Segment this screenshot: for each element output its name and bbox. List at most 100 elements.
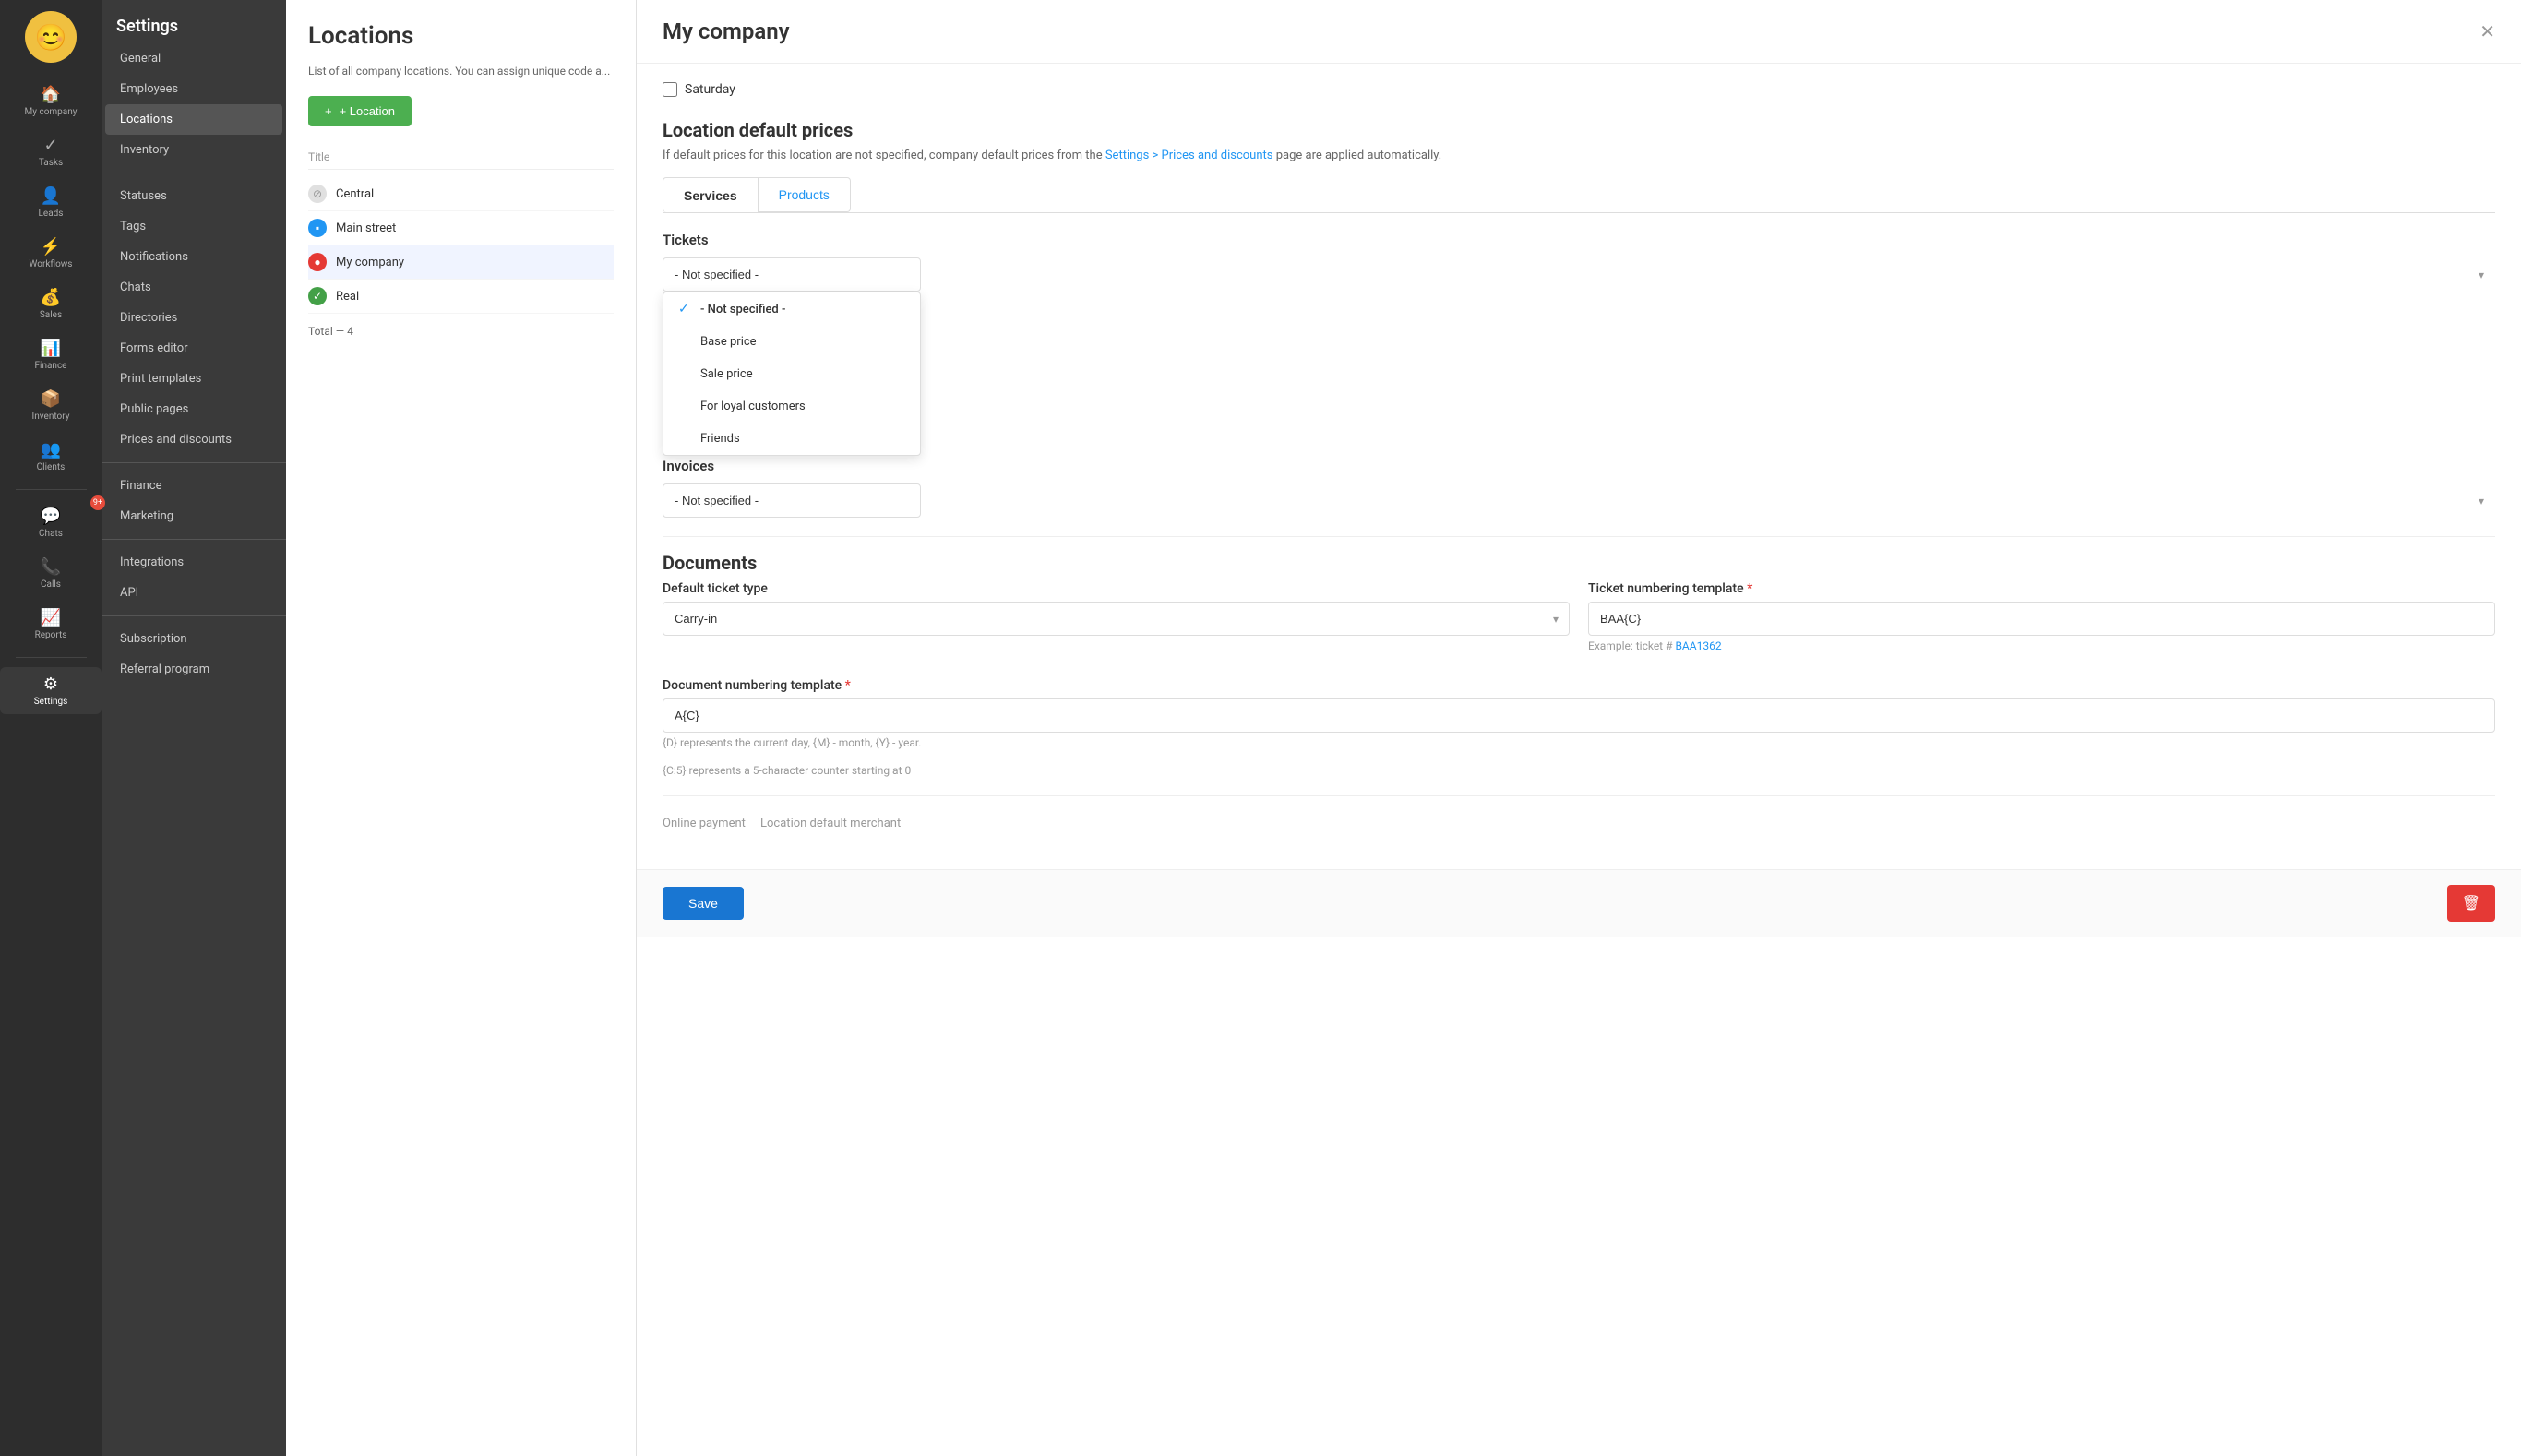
required-star: *: [1747, 581, 1752, 596]
locations-panel: Locations List of all company locations.…: [286, 0, 637, 1456]
invoices-section: Invoices - Not specified - ▾: [663, 458, 2495, 518]
panel-footer: Save 🗑: [637, 869, 2521, 937]
tickets-dropdown-menu: ✓ - Not specified - Base price Sale pric…: [663, 292, 921, 456]
default-ticket-type-field: Default ticket type Carry-in ▾: [663, 581, 1570, 667]
sidebar-item-reports[interactable]: 📈 Reports: [0, 601, 102, 648]
sidebar-item-inventory[interactable]: 📦 Inventory: [0, 382, 102, 429]
chevron-down-icon: ▾: [2479, 269, 2484, 281]
prices-discounts-link[interactable]: Settings > Prices and discounts: [1105, 149, 1273, 162]
leads-icon: 👤: [41, 186, 61, 206]
sales-icon: 💰: [41, 288, 61, 307]
sidebar-item-integrations[interactable]: Integrations: [105, 547, 282, 578]
sidebar-item-clients[interactable]: 👥 Clients: [0, 433, 102, 480]
saturday-checkbox[interactable]: [663, 82, 677, 97]
document-numbering-input[interactable]: [663, 698, 2495, 733]
location-row[interactable]: ✓ Real: [308, 280, 614, 314]
location-name-real: Real: [336, 290, 359, 304]
location-icon-central: ⊘: [308, 185, 327, 203]
sidebar-item-leads[interactable]: 👤 Leads: [0, 179, 102, 226]
location-icon-real: ✓: [308, 287, 327, 305]
sidebar-item-chats[interactable]: 💬 9+ Chats: [0, 499, 102, 546]
sidebar-item-tags[interactable]: Tags: [105, 211, 282, 242]
delete-button[interactable]: 🗑: [2447, 885, 2495, 922]
clients-icon: 👥: [41, 440, 61, 459]
default-ticket-type-label: Default ticket type: [663, 581, 1570, 596]
settings-sidebar: Settings General Employees Locations Inv…: [102, 0, 286, 1456]
location-table-header: Title: [308, 145, 614, 170]
location-row[interactable]: ⊘ Central: [308, 177, 614, 211]
sidebar-item-subscription[interactable]: Subscription: [105, 624, 282, 654]
tab-services[interactable]: Services: [663, 177, 759, 212]
default-prices-section: Location default prices If default price…: [663, 119, 2495, 518]
chat-badge: 9+: [90, 495, 105, 510]
sidebar-item-public-pages[interactable]: Public pages: [105, 394, 282, 424]
workflows-icon: ⚡: [41, 237, 61, 257]
ticket-numbering-example-link[interactable]: BAA1362: [1675, 639, 1721, 652]
sidebar-item-inventory[interactable]: Inventory: [105, 135, 282, 165]
sidebar-item-referral[interactable]: Referral program: [105, 654, 282, 685]
sidebar-item-notifications[interactable]: Notifications: [105, 242, 282, 272]
sidebar-item-locations[interactable]: Locations: [105, 104, 282, 135]
default-prices-description: If default prices for this location are …: [663, 149, 2495, 162]
locations-description: List of all company locations. You can a…: [308, 65, 614, 78]
settings-icon: ⚙: [43, 674, 58, 694]
required-star-doc: *: [845, 678, 851, 693]
sidebar-item-settings[interactable]: ⚙ Settings: [0, 667, 102, 714]
location-row[interactable]: ● My company: [308, 245, 614, 280]
sidebar-item-chats[interactable]: Chats: [105, 272, 282, 303]
document-numbering-field: Document numbering template * {D} repres…: [663, 678, 2495, 777]
sidebar-item-workflows[interactable]: ⚡ Workflows: [0, 230, 102, 277]
tickets-label: Tickets: [663, 232, 2495, 248]
sidebar-item-marketing[interactable]: Marketing: [105, 501, 282, 531]
location-name-main-street: Main street: [336, 221, 396, 235]
tab-products[interactable]: Products: [759, 177, 851, 212]
dropdown-option-sale-price[interactable]: Sale price: [663, 358, 920, 390]
user-avatar[interactable]: 😊: [25, 11, 77, 63]
my-company-panel: My company ✕ Saturday Location default p…: [637, 0, 2521, 1456]
calls-icon: 📞: [41, 557, 61, 577]
sidebar-title: Settings: [102, 7, 286, 43]
sidebar-item-statuses[interactable]: Statuses: [105, 181, 282, 211]
default-ticket-type-dropdown[interactable]: Carry-in: [663, 602, 1570, 636]
dropdown-option-friends[interactable]: Friends: [663, 423, 920, 455]
invoices-dropdown[interactable]: - Not specified -: [663, 483, 921, 518]
sidebar-item-prices-discounts[interactable]: Prices and discounts: [105, 424, 282, 455]
tickets-dropdown-wrapper: - Not specified - ▾ ✓ - Not specified -: [663, 257, 2495, 292]
save-button[interactable]: Save: [663, 887, 744, 920]
panel-title: My company: [663, 18, 790, 44]
panel-header: My company ✕: [637, 0, 2521, 64]
sidebar-item-finance[interactable]: 📊 Finance: [0, 331, 102, 378]
sidebar-item-calls[interactable]: 📞 Calls: [0, 550, 102, 597]
ticket-numbering-field: Ticket numbering template * Example: tic…: [1588, 581, 2495, 667]
default-prices-title: Location default prices: [663, 119, 2495, 141]
tickets-dropdown[interactable]: - Not specified -: [663, 257, 921, 292]
sidebar-item-print-templates[interactable]: Print templates: [105, 364, 282, 394]
ticket-numbering-label: Ticket numbering template *: [1588, 581, 2495, 596]
dropdown-option-not-specified[interactable]: ✓ - Not specified -: [663, 292, 920, 326]
default-ticket-type-dropdown-wrapper: Carry-in ▾: [663, 602, 1570, 636]
documents-title: Documents: [663, 552, 2495, 574]
checkmark-icon: ✓: [678, 302, 693, 316]
reports-icon: 📈: [41, 608, 61, 627]
sidebar-item-sales[interactable]: 💰 Sales: [0, 280, 102, 328]
plus-icon: +: [325, 104, 332, 118]
dropdown-option-base-price[interactable]: Base price: [663, 326, 920, 358]
sidebar-item-directories[interactable]: Directories: [105, 303, 282, 333]
ticket-numbering-input[interactable]: [1588, 602, 2495, 636]
location-total: Total — 4: [308, 325, 614, 338]
sidebar-item-general[interactable]: General: [105, 43, 282, 74]
location-row[interactable]: ▪ Main street: [308, 211, 614, 245]
sidebar-item-tasks[interactable]: ✓ Tasks: [0, 128, 102, 175]
dropdown-option-loyal-customers[interactable]: For loyal customers: [663, 390, 920, 423]
sidebar-item-my-company[interactable]: 🏠 My company: [0, 78, 102, 125]
invoices-dropdown-wrapper: - Not specified - ▾: [663, 483, 2495, 518]
inventory-icon: 📦: [41, 389, 61, 409]
close-button[interactable]: ✕: [2479, 20, 2495, 43]
add-location-button[interactable]: + + Location: [308, 96, 412, 126]
sidebar-item-employees[interactable]: Employees: [105, 74, 282, 104]
finance-icon: 📊: [41, 339, 61, 358]
sidebar-item-api[interactable]: API: [105, 578, 282, 608]
sidebar-item-forms-editor[interactable]: Forms editor: [105, 333, 282, 364]
saturday-label: Saturday: [685, 82, 735, 97]
sidebar-item-finance[interactable]: Finance: [105, 471, 282, 501]
